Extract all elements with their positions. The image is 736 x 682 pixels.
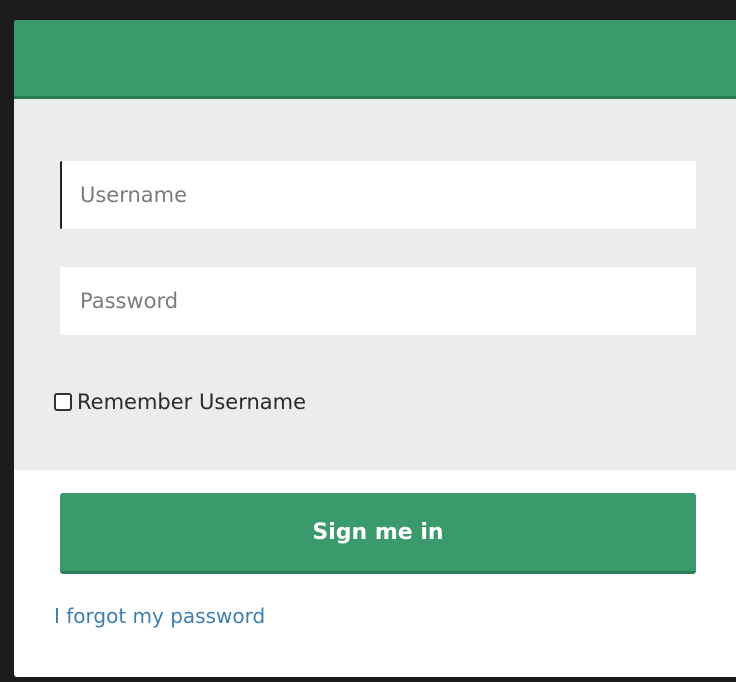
username-input[interactable]: [60, 161, 696, 229]
login-form-body: Remember Username: [14, 99, 736, 470]
remember-username-label[interactable]: Remember Username: [77, 390, 306, 414]
login-card-header: [14, 20, 736, 99]
password-input[interactable]: [60, 267, 696, 335]
login-card: Remember Username Sign me in I forgot my…: [14, 20, 736, 677]
forgot-password-link[interactable]: I forgot my password: [54, 604, 265, 628]
sign-in-button[interactable]: Sign me in: [60, 493, 696, 574]
remember-username-checkbox[interactable]: [54, 393, 72, 411]
remember-username-row[interactable]: Remember Username: [54, 387, 306, 417]
window-frame: Remember Username Sign me in I forgot my…: [0, 0, 736, 682]
